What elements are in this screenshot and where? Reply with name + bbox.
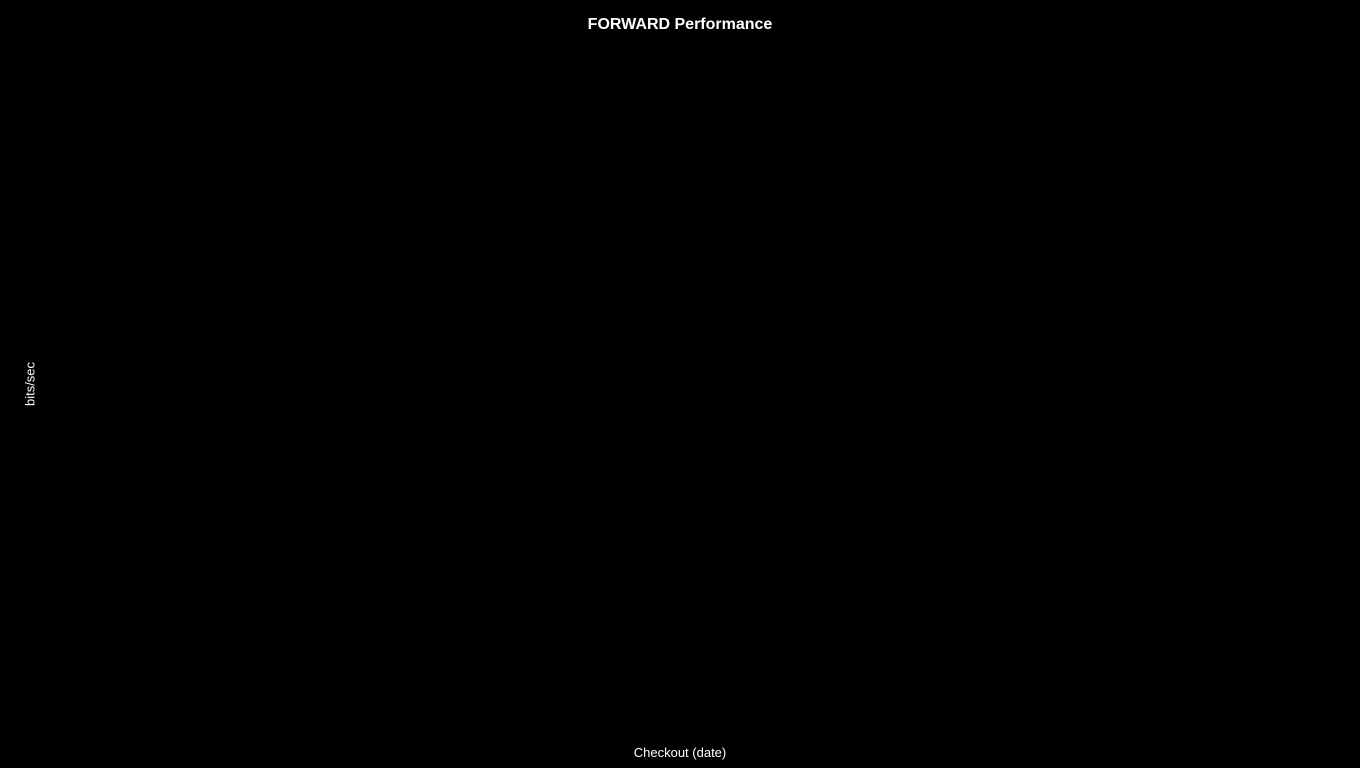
x-axis-label: Checkout (date)	[634, 745, 727, 760]
chart-area: 4.5x10⁹ 4x10⁹ 3.5x10⁹ 3x10⁹ 2.5x10⁹ 2x10…	[60, 60, 1340, 688]
chart-svg: 4.5x10⁹ 4x10⁹ 3.5x10⁹ 3x10⁹ 2.5x10⁹ 2x10…	[60, 60, 1340, 688]
y-axis-label: bits/sec	[23, 362, 38, 406]
chart-container: FORWARD Performance bits/sec Checkout (d…	[0, 0, 1360, 768]
chart-title: FORWARD Performance	[588, 16, 773, 34]
